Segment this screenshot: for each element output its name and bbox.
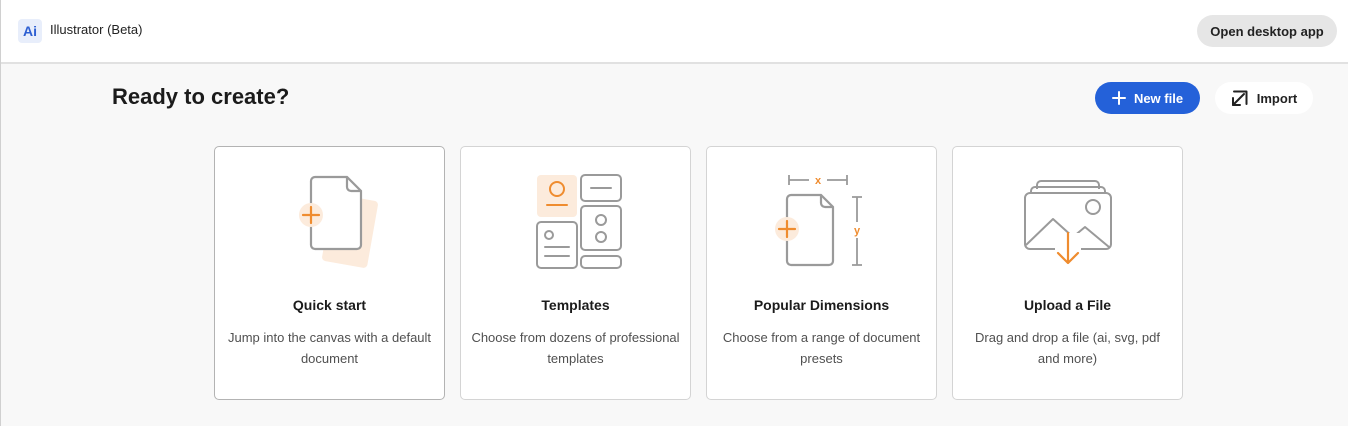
app-name: Illustrator (Beta): [50, 22, 143, 37]
import-label: Import: [1256, 90, 1298, 106]
card-description: Choose from dozens of professional templ…: [471, 330, 680, 366]
card-description: Choose from a range of document presets: [722, 330, 921, 366]
card-title: Popular Dimensions: [753, 297, 890, 313]
import-button[interactable]: Import: [1215, 82, 1313, 114]
card-quick-start[interactable]: Quick start Jump into the canvas with a …: [214, 146, 445, 400]
plus-icon: [1111, 91, 1126, 105]
card-title: Upload a File: [1023, 297, 1112, 313]
new-file-button[interactable]: New file: [1095, 82, 1200, 114]
card-popular-dimensions[interactable]: x y Popular Dimensions Choose from a ran…: [706, 146, 937, 400]
open-desktop-app-button[interactable]: Open desktop app: [1197, 15, 1337, 47]
card-templates[interactable]: Templates Choose from dozens of professi…: [460, 146, 691, 400]
templates-icon: [535, 174, 622, 269]
card-title: Templates: [541, 297, 610, 313]
upload-icon: [1023, 180, 1112, 267]
dimension-y-label: y: [853, 225, 860, 237]
app-window: Ai Illustrator (Beta) Open desktop app R…: [0, 0, 1348, 426]
app-header: Ai Illustrator (Beta) Open desktop app: [1, 0, 1348, 64]
card-description: Jump into the canvas with a default docu…: [227, 330, 432, 366]
import-icon: [1231, 90, 1248, 106]
card-title: Quick start: [292, 297, 367, 313]
dimension-x-label: x: [814, 175, 821, 187]
dimensions-icon: x y: [774, 174, 863, 267]
new-file-label: New file: [1133, 90, 1184, 106]
card-upload-file[interactable]: Upload a File Drag and drop a file (ai, …: [952, 146, 1183, 400]
quick-start-icon: [298, 175, 378, 268]
card-description: Drag and drop a file (ai, svg, pdf and m…: [975, 330, 1160, 366]
illustrator-logo-icon: Ai: [18, 19, 42, 43]
page-title: Ready to create?: [112, 84, 290, 109]
